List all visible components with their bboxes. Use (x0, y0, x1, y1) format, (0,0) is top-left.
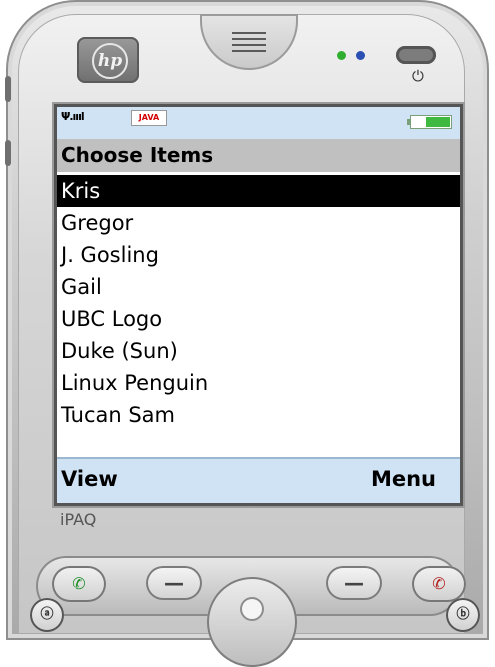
softkey-bar: View Menu (57, 457, 460, 503)
signal-strength-icon: Ψ.ıııl (61, 110, 85, 123)
right-soft-button[interactable]: — (326, 566, 382, 600)
power-button[interactable] (396, 46, 436, 64)
device-screen: Ψ.ıııl JAVA Choose Items Kris Gregor J. … (57, 107, 460, 503)
status-bar: Ψ.ıııl JAVA (57, 107, 460, 139)
list-item[interactable]: Kris (57, 175, 460, 207)
speaker-line (232, 44, 266, 46)
list-item[interactable]: J. Gosling (57, 239, 460, 271)
view-softkey[interactable]: View (61, 467, 118, 491)
hp-logo-text: hp (92, 43, 128, 79)
battery-level (426, 117, 450, 127)
speaker-line (232, 50, 266, 52)
hp-logo: hp (77, 37, 139, 83)
ipaq-brand-label: iPAQ (60, 510, 97, 529)
list-item[interactable]: Gregor (57, 207, 460, 239)
side-notch (5, 140, 11, 166)
left-soft-button[interactable]: — (146, 566, 202, 600)
navigation-pad[interactable] (207, 577, 297, 667)
call-button[interactable]: ✆ (52, 566, 106, 602)
status-led-blue (356, 51, 365, 60)
list-item[interactable]: Duke (Sun) (57, 335, 460, 367)
status-led-green (337, 51, 346, 60)
speaker-line (232, 32, 266, 34)
side-notch (5, 76, 11, 102)
end-call-button[interactable]: ✆ (412, 566, 466, 602)
phone-icon: ✆ (72, 574, 86, 593)
battery-icon (410, 115, 452, 129)
speaker-line (232, 38, 266, 40)
list-item[interactable]: Gail (57, 271, 460, 303)
right-app-button[interactable]: ⓑ (446, 598, 480, 632)
list-item[interactable]: Tucan Sam (57, 399, 460, 431)
left-app-button[interactable]: ⓐ (30, 598, 64, 632)
power-icon: ⏻ (412, 67, 424, 85)
java-icon: JAVA (131, 110, 167, 126)
end-call-icon: ✆ (432, 574, 446, 593)
screen-title: Choose Items (57, 139, 460, 172)
list-item[interactable]: UBC Logo (57, 303, 460, 335)
select-button[interactable] (240, 597, 264, 621)
item-list: Kris Gregor J. Gosling Gail UBC Logo Duk… (57, 175, 460, 431)
menu-softkey[interactable]: Menu (371, 467, 436, 491)
list-item[interactable]: Linux Penguin (57, 367, 460, 399)
